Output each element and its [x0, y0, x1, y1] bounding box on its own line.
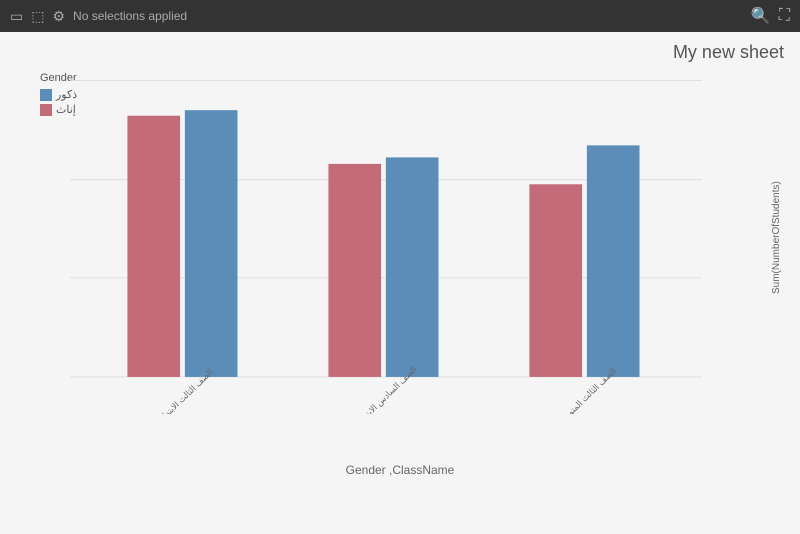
select-rect-icon[interactable]: ▭ — [10, 8, 23, 25]
bar-group3-female — [529, 184, 582, 377]
selection-status: No selections applied — [73, 9, 187, 23]
bar-group2-male — [386, 157, 439, 377]
gear-icon[interactable]: ⚙ — [52, 8, 65, 25]
legend-color-female — [40, 104, 52, 116]
legend-color-male — [40, 89, 52, 101]
search-icon[interactable]: 🔍 — [751, 6, 771, 26]
select-lasso-icon[interactable]: ⬚ — [31, 8, 44, 25]
y-axis-label: Sum(NumberOfStudents) — [771, 62, 782, 414]
sheet-title: My new sheet — [673, 42, 784, 63]
bar-group1-male — [185, 110, 238, 377]
bar-group2-female — [328, 164, 381, 377]
x-axis-label: Gender ,ClassName — [10, 461, 790, 479]
bar-group1-female — [127, 116, 180, 377]
expand-icon[interactable]: ⛶ — [779, 7, 790, 25]
content-area: My new sheet Gender ذكور إناث — [0, 32, 800, 534]
toolbar-right: 🔍 ⛶ — [751, 6, 790, 26]
bar-chart-svg: 0 10M 20M 30M الصف الثالث الابتدائي الصف… — [70, 62, 740, 414]
chart-container: Gender ذكور إناث 0 10M 20M 30M — [10, 62, 790, 484]
bar-group3-male — [587, 145, 640, 377]
toolbar-left: ▭ ⬚ ⚙ No selections applied — [10, 8, 187, 25]
toolbar: ▭ ⬚ ⚙ No selections applied 🔍 ⛶ — [0, 0, 800, 32]
